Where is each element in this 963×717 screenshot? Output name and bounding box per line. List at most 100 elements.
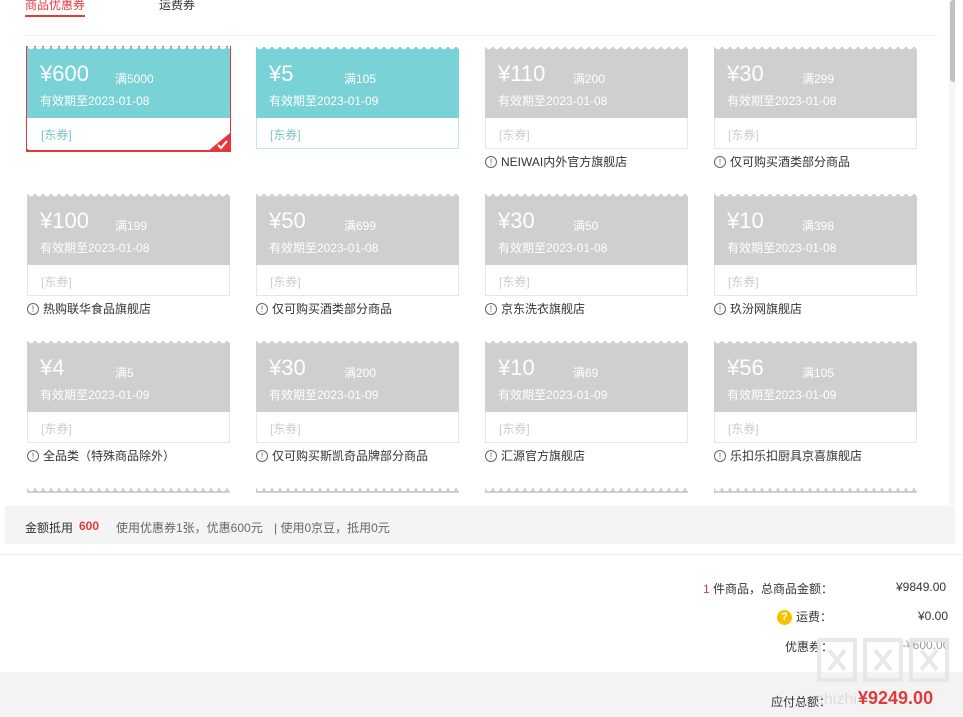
coupon-restriction: ! 热购联华食品旗舰店 bbox=[27, 300, 151, 317]
coupon-footer: [东券] bbox=[485, 412, 688, 443]
watermark-text: zhizhi bbox=[816, 691, 857, 708]
coupon-expiry: 有效期至2023-01-08 bbox=[498, 241, 608, 255]
coupon-restriction-text: 乐扣乐扣厨具京喜旗舰店 bbox=[730, 449, 863, 463]
info-icon: ! bbox=[27, 302, 39, 315]
coupon-footer: [东券] bbox=[27, 118, 230, 149]
goods-total-value: ¥9849.00 bbox=[896, 580, 947, 594]
coupon-face: ¥50 满699 有效期至2023-01-08 bbox=[256, 193, 459, 265]
question-icon[interactable]: ? bbox=[777, 610, 792, 626]
coupon-amount: ¥5 bbox=[269, 61, 294, 86]
coupon-card: ¥110 满200 有效期至2023-01-08 [东券] ! NEIWAI内外官方旗舰店 bbox=[485, 46, 688, 177]
coupon-restriction-text: 京东洗衣旗舰店 bbox=[501, 302, 586, 316]
coupon-card[interactable]: ¥5 满105 有效期至2023-01-09 [东券] bbox=[256, 46, 459, 177]
coupon-expiry: 有效期至2023-01-08 bbox=[40, 241, 150, 255]
tab-product-coupons[interactable]: 商品优惠券 bbox=[25, 0, 86, 17]
scrollbar-thumb[interactable] bbox=[950, 0, 955, 82]
coupon-face: ¥100 满199 有效期至2023-01-08 bbox=[27, 193, 230, 265]
coupon-amount: ¥30 bbox=[727, 61, 764, 86]
coupon-amount: ¥30 bbox=[498, 208, 535, 233]
coupon-card: ¥4 满5 有效期至2023-01-09 [东券]! 全品类（特殊商品除外） bbox=[27, 340, 230, 471]
coupon-footer: [东券] bbox=[485, 265, 688, 296]
coupon-peek bbox=[714, 488, 917, 493]
goods-total-label: 1 件商品，总商品金额： bbox=[703, 580, 833, 597]
coupon-restriction: ! 京东洗衣旗舰店 bbox=[485, 300, 585, 317]
coupon-condition: 满5 bbox=[115, 366, 134, 380]
tabs-divider bbox=[25, 35, 938, 36]
coupon-footer: [东券] bbox=[485, 118, 688, 149]
coupon-card: ¥50 满699 有效期至2023-01-08 [东券]! 仅可购买酒类部分商品 bbox=[256, 193, 459, 324]
coupon-scrollbar[interactable] bbox=[949, 0, 955, 505]
shipping-label: 运费： bbox=[796, 610, 833, 624]
coupon-restriction-text: NEIWAI内外官方旗舰店 bbox=[501, 155, 628, 169]
coupon-source: [东券] bbox=[41, 275, 72, 289]
info-icon: ! bbox=[714, 155, 726, 168]
coupon-footer: [东券] bbox=[714, 412, 917, 443]
coupon-condition: 满200 bbox=[573, 72, 606, 86]
coupon-restriction-text: 仅可购买酒类部分商品 bbox=[730, 155, 851, 169]
coupon-amount: ¥30 bbox=[269, 355, 306, 380]
coupon-card[interactable]: ¥600 满5000 有效期至2023-01-08 [东券] bbox=[26, 46, 231, 152]
coupon-card: ¥10 满69 有效期至2023-01-09 [东券]! 汇源官方旗舰店 bbox=[485, 340, 688, 471]
coupon-restriction: ! 玖汾网旗舰店 bbox=[714, 300, 802, 317]
coupon-amount: ¥10 bbox=[727, 208, 764, 233]
coupon-restriction: ! 仅可购买斯凯奇品牌部分商品 bbox=[256, 447, 428, 464]
coupon-source: [东券] bbox=[499, 275, 530, 289]
coupon-peek bbox=[27, 488, 230, 493]
coupon-condition: 满299 bbox=[802, 72, 835, 86]
coupon-restriction: ! 仅可购买酒类部分商品 bbox=[714, 153, 850, 170]
info-icon: ! bbox=[27, 449, 39, 462]
info-icon: ! bbox=[714, 449, 726, 462]
coupon-source: [东券] bbox=[41, 422, 72, 436]
coupon-amount: ¥10 bbox=[498, 355, 535, 380]
coupon-face: ¥5 满105 有效期至2023-01-09 bbox=[256, 46, 459, 118]
coupon-face: ¥56 满105 有效期至2023-01-09 bbox=[714, 340, 917, 412]
coupon-footer: [东券] bbox=[27, 412, 230, 443]
coupon-restriction: ! 汇源官方旗舰店 bbox=[485, 447, 585, 464]
coupon-condition: 满105 bbox=[344, 72, 377, 86]
coupon-restriction: ! 乐扣乐扣厨具京喜旗舰店 bbox=[714, 447, 862, 464]
coupon-footer: [东券] bbox=[256, 118, 459, 149]
coupon-condition: 满699 bbox=[344, 219, 377, 233]
coupon-card: ¥30 满299 有效期至2023-01-08 [东券]! 仅可购买酒类部分商品 bbox=[714, 46, 917, 177]
summary-amount: 600 bbox=[79, 519, 100, 533]
coupon-restriction: ! 全品类（特殊商品除外） bbox=[27, 447, 175, 464]
coupon-restriction: ! 仅可购买酒类部分商品 bbox=[256, 300, 392, 317]
coupon-amount: ¥100 bbox=[40, 208, 89, 233]
coupon-face: ¥30 满50 有效期至2023-01-08 bbox=[485, 193, 688, 265]
coupon-face: ¥30 满200 有效期至2023-01-09 bbox=[256, 340, 459, 412]
coupon-footer: [东券] bbox=[256, 265, 459, 296]
coupon-source: [东券] bbox=[728, 128, 759, 142]
coupon-restriction-text: 仅可购买斯凯奇品牌部分商品 bbox=[272, 449, 429, 463]
coupon-condition: 满200 bbox=[344, 366, 377, 380]
coupon-amount: ¥50 bbox=[269, 208, 306, 233]
coupon-source: [东券] bbox=[499, 422, 530, 436]
info-icon: ! bbox=[485, 302, 497, 315]
coupon-peek bbox=[256, 488, 459, 493]
coupon-face: ¥600 满5000 有效期至2023-01-08 bbox=[27, 46, 230, 118]
coupon-card: ¥100 满199 有效期至2023-01-08 [东券] ! 热购联华食品旗舰店 bbox=[27, 193, 230, 324]
section-divider bbox=[0, 554, 963, 555]
coupon-card: ¥30 满50 有效期至2023-01-08 [东券]! 京东洗衣旗舰店 bbox=[485, 193, 688, 324]
summary-label: 金额抵用 bbox=[25, 521, 74, 535]
coupon-restriction: ! NEIWAI内外官方旗舰店 bbox=[485, 153, 627, 170]
coupon-condition: 满50 bbox=[573, 219, 599, 233]
coupon-face: ¥110 满200 有效期至2023-01-08 bbox=[485, 46, 688, 118]
coupon-source: [东券] bbox=[270, 422, 301, 436]
coupon-footer: [东券] bbox=[714, 118, 917, 149]
coupon-source: [东券] bbox=[728, 422, 759, 436]
shipping-value: ¥0.00 bbox=[918, 609, 949, 623]
coupon-amount: ¥600 bbox=[40, 61, 89, 86]
info-icon: ! bbox=[256, 449, 268, 462]
coupon-expiry: 有效期至2023-01-09 bbox=[269, 94, 379, 108]
coupon-face: ¥4 满5 有效期至2023-01-09 bbox=[27, 340, 230, 412]
coupon-restriction-text: 汇源官方旗舰店 bbox=[501, 449, 586, 463]
coupon-condition: 满105 bbox=[802, 366, 835, 380]
item-count: 1 bbox=[703, 582, 710, 596]
tab-shipping-coupons[interactable]: 运费券 bbox=[159, 0, 195, 13]
coupon-footer: [东券] bbox=[256, 412, 459, 443]
coupon-restriction-text: 仅可购买酒类部分商品 bbox=[272, 302, 393, 316]
coupon-source: [东券] bbox=[270, 128, 301, 142]
coupon-card: ¥56 满105 有效期至2023-01-09 [东券]! 乐扣乐扣厨具京喜旗舰店 bbox=[714, 340, 917, 471]
coupon-restriction-text: 全品类（特殊商品除外） bbox=[43, 449, 176, 463]
info-icon: ! bbox=[256, 302, 268, 315]
